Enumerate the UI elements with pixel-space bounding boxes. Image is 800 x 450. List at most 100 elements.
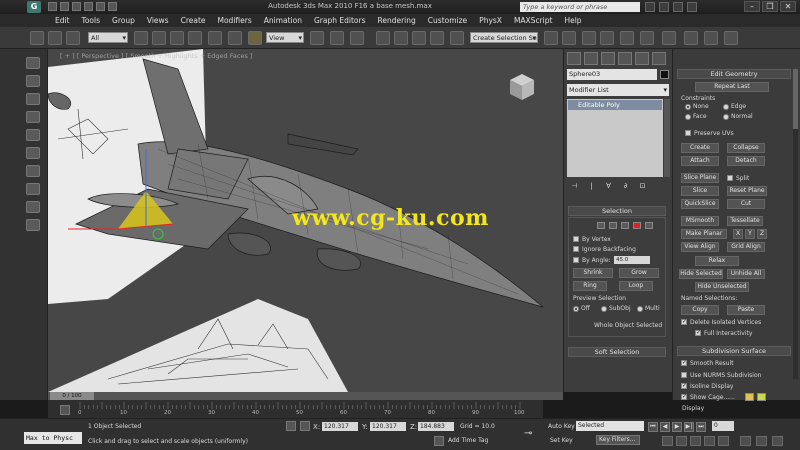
- time-slider[interactable]: 0 / 100: [48, 392, 563, 400]
- full-interactivity-checkbox[interactable]: [695, 329, 701, 336]
- status-icon[interactable]: [60, 405, 70, 415]
- constraint-none-radio[interactable]: [685, 104, 691, 110]
- layer-manager-icon[interactable]: [582, 31, 596, 45]
- new-file-icon[interactable]: [48, 2, 57, 11]
- menu-tools[interactable]: Tools: [82, 14, 100, 27]
- y-coord-field[interactable]: 120.317: [370, 422, 406, 431]
- nav-walkthrough-icon[interactable]: [772, 436, 783, 446]
- add-time-tag-icon[interactable]: [434, 436, 444, 446]
- key-icon[interactable]: ⊸: [524, 428, 532, 439]
- open-file-icon[interactable]: [60, 2, 69, 11]
- previous-frame-button[interactable]: ◀: [660, 422, 670, 432]
- bind-space-warp-icon[interactable]: [66, 31, 80, 45]
- preview-subobj-radio[interactable]: [601, 306, 607, 312]
- help-icon[interactable]: [687, 2, 697, 12]
- panel-scrollbar[interactable]: [793, 69, 798, 379]
- rotate-icon[interactable]: [228, 31, 242, 45]
- go-to-start-button[interactable]: ⏮: [648, 422, 658, 432]
- soft-selection-rollout-title[interactable]: Soft Selection: [568, 347, 666, 357]
- constraint-edge-radio[interactable]: [723, 104, 729, 110]
- menu-customize[interactable]: Customize: [428, 14, 467, 27]
- edit-named-sets-icon[interactable]: [450, 31, 464, 45]
- isoline-display-checkbox[interactable]: [681, 382, 687, 389]
- repeat-last-button[interactable]: Repeat Last: [695, 82, 769, 92]
- menu-edit[interactable]: Edit: [55, 14, 70, 27]
- preview-multi-radio[interactable]: [637, 306, 643, 312]
- border-mode-icon[interactable]: [621, 222, 629, 229]
- tessellate-button[interactable]: Tessellate: [727, 216, 763, 226]
- select-object-icon[interactable]: [134, 31, 148, 45]
- window-crossing-icon[interactable]: [188, 31, 202, 45]
- hide-selected-button[interactable]: Hide Selected: [679, 269, 723, 279]
- stack-item-editable-poly[interactable]: Editable Poly: [568, 100, 662, 110]
- slice-button[interactable]: Slice: [681, 186, 719, 196]
- grid-align-button[interactable]: Grid Align: [727, 242, 765, 252]
- align-icon[interactable]: [562, 31, 576, 45]
- maximize-button[interactable]: ❐: [762, 1, 778, 12]
- redo-icon[interactable]: [96, 2, 105, 11]
- cage-color-swatch-2[interactable]: [757, 393, 766, 401]
- configure-sets-button[interactable]: ⊡: [638, 182, 647, 191]
- tool-icon-7[interactable]: [26, 165, 40, 177]
- nav-zoom-extents-icon[interactable]: [690, 436, 701, 446]
- tool-icon-1[interactable]: [26, 57, 40, 69]
- menu-maxscript[interactable]: MAXScript: [514, 14, 553, 27]
- menu-modifiers[interactable]: Modifiers: [218, 14, 252, 27]
- menu-views[interactable]: Views: [147, 14, 169, 27]
- modify-tab-icon[interactable]: [584, 52, 598, 65]
- tool-icon-8[interactable]: [26, 183, 40, 195]
- constraint-face-radio[interactable]: [685, 114, 691, 120]
- quickslice-button[interactable]: QuickSlice: [681, 199, 719, 209]
- x-coord-field[interactable]: 120.317: [322, 422, 358, 431]
- set-key-button[interactable]: Set Key: [550, 437, 573, 444]
- star-icon[interactable]: [673, 2, 683, 12]
- material-editor-icon[interactable]: [662, 31, 676, 45]
- rendered-frame-window-icon[interactable]: [704, 31, 718, 45]
- polygon-mode-icon[interactable]: [633, 222, 641, 229]
- tool-icon-6[interactable]: [26, 147, 40, 159]
- menu-group[interactable]: Group: [112, 14, 135, 27]
- selection-rollout-title[interactable]: Selection: [568, 206, 666, 216]
- viewport-label[interactable]: [ + ] [ Perspective ] [ Smooth + Highlig…: [60, 52, 252, 60]
- tool-icon-2[interactable]: [26, 75, 40, 87]
- nav-zoom-all-icon[interactable]: [676, 436, 687, 446]
- scale-icon[interactable]: [248, 31, 262, 45]
- delete-isolated-checkbox[interactable]: [681, 318, 687, 325]
- cut-button[interactable]: Cut: [727, 199, 765, 209]
- z-coord-field[interactable]: 184.883: [418, 422, 454, 431]
- grow-button[interactable]: Grow: [619, 268, 659, 278]
- create-tab-icon[interactable]: [567, 52, 581, 65]
- ring-button[interactable]: Ring: [573, 281, 607, 291]
- preserve-uvs-checkbox[interactable]: [685, 130, 691, 136]
- create-button[interactable]: Create: [681, 143, 719, 153]
- search-input[interactable]: Type a keyword or phrase: [520, 2, 640, 12]
- nav-maximize-viewport-icon[interactable]: [756, 436, 767, 446]
- tool-icon-10[interactable]: [26, 219, 40, 231]
- add-time-tag-button[interactable]: Add Time Tag: [448, 437, 488, 444]
- motion-tab-icon[interactable]: [618, 52, 632, 65]
- select-link-icon[interactable]: [30, 31, 44, 45]
- subdivision-surface-title[interactable]: Subdivision Surface: [677, 346, 791, 356]
- close-button[interactable]: ✕: [780, 1, 796, 12]
- utilities-tab-icon[interactable]: [652, 52, 666, 65]
- key-filters-button[interactable]: Key Filters...: [596, 435, 640, 445]
- graphite-ribbon-icon[interactable]: [600, 31, 614, 45]
- nav-orbit-icon[interactable]: [740, 436, 751, 446]
- nav-pan-icon[interactable]: [718, 436, 729, 446]
- attach-button[interactable]: Attach: [681, 156, 719, 166]
- cage-color-swatch-1[interactable]: [745, 393, 754, 401]
- nav-field-of-view-icon[interactable]: [704, 436, 715, 446]
- edit-geometry-title[interactable]: Edit Geometry: [677, 69, 791, 79]
- menu-help[interactable]: Help: [564, 14, 581, 27]
- split-checkbox[interactable]: [727, 175, 733, 181]
- perspective-viewport[interactable]: [ + ] [ Perspective ] [ Smooth + Highlig…: [48, 49, 563, 392]
- angle-spinner[interactable]: 45.0: [614, 256, 650, 264]
- move-icon[interactable]: [208, 31, 222, 45]
- percent-snap-icon[interactable]: [412, 31, 426, 45]
- maxscript-listener-input[interactable]: Max to Physc: [24, 432, 82, 444]
- subscription-icon[interactable]: [659, 2, 669, 12]
- object-name-field[interactable]: Sphere03: [567, 69, 657, 80]
- show-end-result-button[interactable]: |: [587, 182, 596, 191]
- menu-graph-editors[interactable]: Graph Editors: [314, 14, 366, 27]
- constraint-normal-radio[interactable]: [723, 114, 729, 120]
